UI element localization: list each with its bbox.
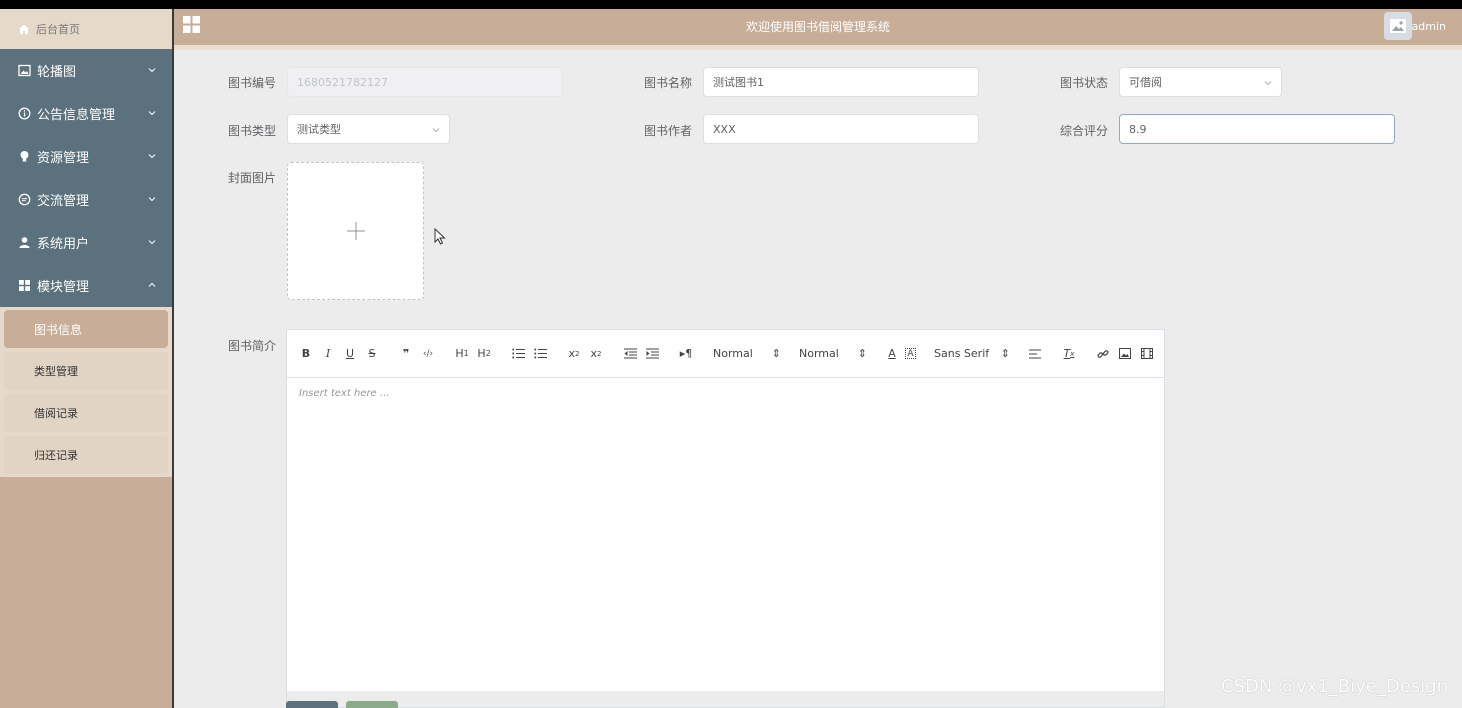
updown-icon: ⇕	[1000, 347, 1010, 360]
submenu-item-type-manage[interactable]: 类型管理	[4, 352, 168, 390]
avatar[interactable]	[1384, 12, 1412, 40]
chevron-down-icon	[148, 152, 156, 160]
chevron-down-icon	[148, 195, 156, 203]
book-author-label: 图书作者	[644, 124, 693, 138]
image-icon[interactable]	[1116, 345, 1134, 363]
editor-content[interactable]: Insert text here ...	[299, 388, 389, 399]
header-select[interactable]: Normal ⇕	[713, 347, 785, 360]
heading1-button[interactable]: H1	[453, 345, 471, 363]
info-icon	[18, 107, 31, 120]
main-content: 图书编号 1680521782127 图书名称 测试图书1 图书状态 可借阅 图…	[174, 50, 1462, 708]
cover-upload[interactable]	[287, 162, 424, 300]
book-status-select[interactable]: 可借阅	[1119, 67, 1282, 97]
background-color-icon[interactable]: A	[905, 348, 916, 359]
top-header: 欢迎使用图书借阅管理系统 admin	[174, 9, 1462, 45]
italic-button[interactable]: I	[319, 345, 337, 363]
submit-button[interactable]	[286, 701, 338, 708]
code-icon[interactable]: ‹/›	[419, 345, 437, 363]
submenu-item-borrow-records[interactable]: 借阅记录	[4, 394, 168, 432]
editor-toolbar: B I U S ❞ ‹/› H1 H2 x2 x2 ▸¶ Normal ⇕ No…	[287, 330, 1164, 378]
heading2-button[interactable]: H2	[475, 345, 493, 363]
sidebar-home[interactable]: 后台首页	[0, 9, 172, 49]
rating-input[interactable]: 8.9	[1119, 114, 1395, 144]
plus-icon	[346, 222, 365, 240]
intro-label: 图书简介	[228, 339, 277, 353]
sidebar-item-label: 模块管理	[37, 280, 90, 295]
size-select[interactable]: Normal ⇕	[799, 347, 871, 360]
book-name-label: 图书名称	[644, 76, 693, 90]
cancel-button[interactable]	[346, 701, 398, 708]
cover-label: 封面图片	[228, 171, 277, 185]
sidebar-menu: 轮播图 公告信息管理 资源管理 交流管理 系统用户 模块管理	[0, 49, 172, 307]
user-icon	[18, 236, 31, 249]
book-author-input[interactable]: XXX	[703, 114, 979, 144]
superscript-button[interactable]: x2	[587, 345, 605, 363]
image-icon	[1390, 19, 1406, 33]
bold-button[interactable]: B	[297, 345, 315, 363]
sidebar-item-label: 轮播图	[37, 65, 77, 80]
sidebar-item-exchange[interactable]: 交流管理	[0, 178, 172, 221]
align-icon[interactable]	[1026, 345, 1044, 363]
bulb-icon	[18, 150, 31, 163]
mouse-cursor-icon	[434, 227, 446, 245]
sidebar-item-notice[interactable]: 公告信息管理	[0, 92, 172, 135]
sidebar-item-carousel[interactable]: 轮播图	[0, 49, 172, 92]
editor-bottom-strip	[287, 691, 1164, 707]
link-icon[interactable]	[1094, 345, 1112, 363]
submenu-modules: 图书信息 类型管理 借阅记录 归还记录	[0, 307, 172, 477]
chevron-down-icon	[148, 238, 156, 246]
user-name[interactable]: admin	[1412, 20, 1446, 33]
rating-label: 综合评分	[1060, 124, 1109, 138]
book-type-select[interactable]: 测试类型	[287, 114, 450, 144]
grid-icon	[18, 279, 31, 292]
submenu-item-book-info[interactable]: 图书信息	[4, 310, 168, 348]
strike-button[interactable]: S	[363, 345, 381, 363]
font-select[interactable]: Sans Serif ⇕	[934, 347, 1014, 360]
chevron-down-icon	[1264, 79, 1272, 87]
sidebar-home-label: 后台首页	[36, 23, 80, 36]
text-direction-icon[interactable]: ▸¶	[677, 345, 695, 363]
updown-icon: ⇕	[857, 347, 867, 360]
rich-text-editor: B I U S ❞ ‹/› H1 H2 x2 x2 ▸¶ Normal ⇕ No…	[286, 329, 1165, 708]
chevron-up-icon	[148, 281, 156, 289]
outdent-icon[interactable]	[621, 345, 639, 363]
sidebar: 后台首页 轮播图 公告信息管理 资源管理 交流管理 系统用户 模块管理 图书信息…	[0, 9, 172, 708]
sidebar-item-label: 公告信息管理	[37, 108, 116, 123]
chevron-down-icon	[432, 126, 440, 134]
sidebar-item-label: 资源管理	[37, 151, 90, 166]
blockquote-icon[interactable]: ❞	[397, 345, 415, 363]
chevron-down-icon	[148, 109, 156, 117]
bullet-list-icon[interactable]	[531, 345, 549, 363]
sidebar-item-label: 交流管理	[37, 194, 90, 209]
clear-format-icon[interactable]: Tx	[1060, 345, 1078, 363]
underline-button[interactable]: U	[341, 345, 359, 363]
picture-icon	[18, 64, 31, 77]
page-title: 欢迎使用图书借阅管理系统	[745, 20, 890, 34]
book-type-label: 图书类型	[228, 124, 277, 138]
sidebar-item-modules[interactable]: 模块管理	[0, 264, 172, 307]
chevron-down-icon	[148, 66, 156, 74]
watermark: CSDN @vx1_Biye_Design	[1220, 676, 1448, 697]
subscript-button[interactable]: x2	[565, 345, 583, 363]
ordered-list-icon[interactable]	[509, 345, 527, 363]
book-status-label: 图书状态	[1060, 76, 1109, 90]
submenu-item-return-records[interactable]: 归还记录	[4, 436, 168, 474]
indent-icon[interactable]	[643, 345, 661, 363]
book-no-label: 图书编号	[228, 76, 277, 90]
font-color-icon[interactable]: A	[883, 345, 901, 363]
book-name-input[interactable]: 测试图书1	[703, 67, 979, 97]
sidebar-item-label: 系统用户	[37, 237, 90, 252]
video-icon[interactable]	[1138, 345, 1156, 363]
chat-icon	[18, 193, 31, 206]
home-icon	[18, 23, 30, 35]
sidebar-item-users[interactable]: 系统用户	[0, 221, 172, 264]
book-no-input: 1680521782127	[287, 67, 563, 97]
sidebar-item-resources[interactable]: 资源管理	[0, 135, 172, 178]
updown-icon: ⇕	[771, 347, 781, 360]
